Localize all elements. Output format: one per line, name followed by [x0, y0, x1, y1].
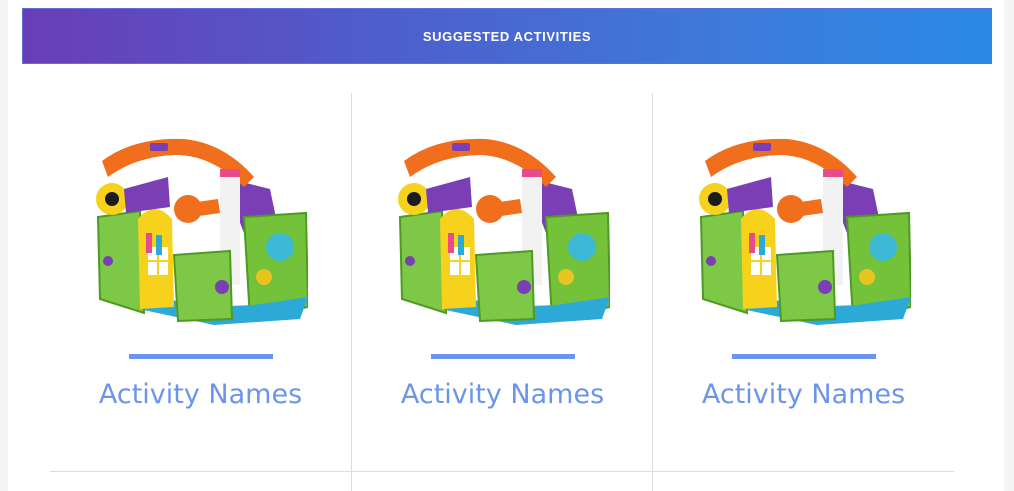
activity-name-link[interactable]: Activity Names	[653, 379, 954, 410]
suggested-activities-banner: SUGGESTED ACTIVITIES	[22, 8, 992, 64]
activity-image[interactable]	[697, 137, 911, 327]
activity-name-link[interactable]: Activity Names	[352, 379, 653, 410]
card-underline	[431, 354, 575, 359]
toy-graphic	[398, 138, 610, 325]
column-divider	[351, 472, 352, 491]
card-underline	[732, 354, 876, 359]
card-underline	[129, 354, 273, 359]
toy-graphic	[699, 138, 911, 325]
activity-image[interactable]	[396, 137, 610, 327]
activity-card[interactable]: Activity Names	[50, 93, 351, 471]
activity-card[interactable]: Activity Names	[652, 93, 954, 471]
banner-title: SUGGESTED ACTIVITIES	[422, 28, 592, 44]
row-divider	[50, 471, 954, 472]
activity-image[interactable]	[94, 137, 308, 327]
activity-card[interactable]: Activity Names	[351, 93, 653, 471]
column-divider	[652, 472, 653, 491]
toy-graphic	[96, 138, 308, 325]
activity-name-link[interactable]: Activity Names	[50, 379, 351, 410]
activity-grid: Activity Names Activity Names Activity N…	[50, 93, 954, 491]
page: SUGGESTED ACTIVITIES Activity Names Acti…	[0, 0, 1014, 491]
